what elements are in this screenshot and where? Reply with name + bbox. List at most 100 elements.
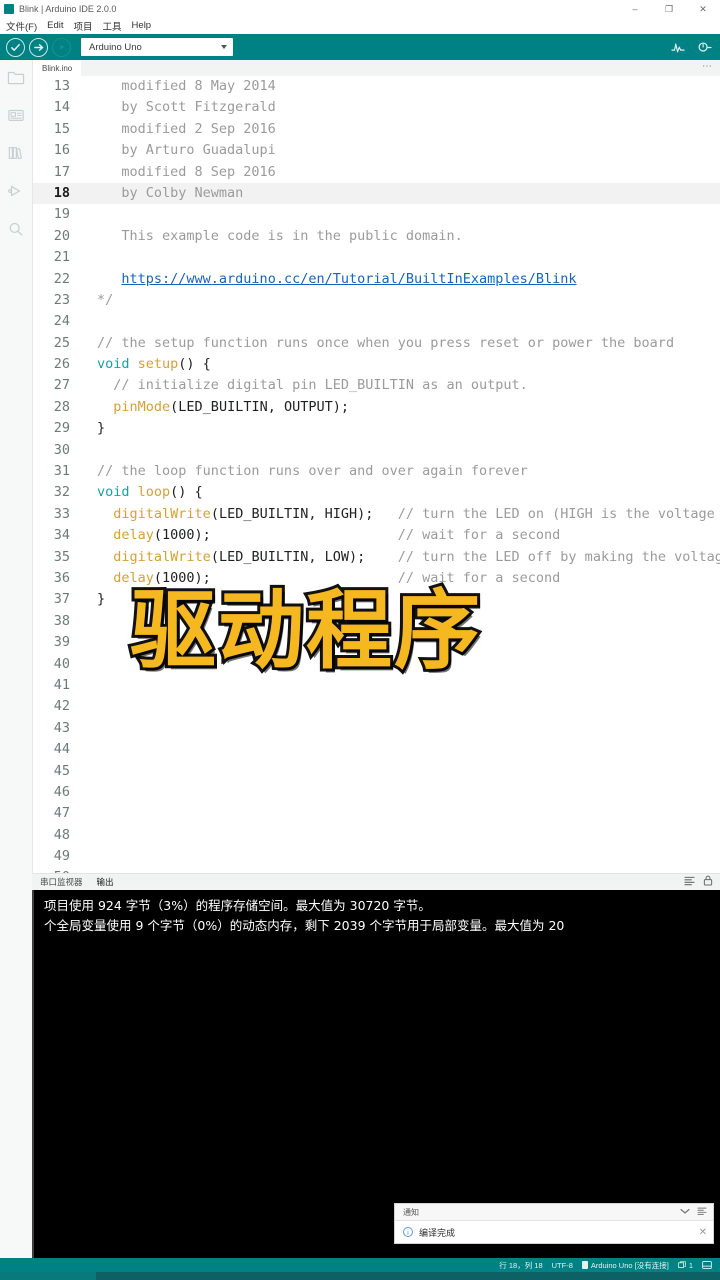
code-line[interactable]: 20 This example code is in the public do… bbox=[33, 226, 720, 247]
close-button[interactable]: ✕ bbox=[686, 0, 720, 18]
code-text: by Colby Newman bbox=[97, 184, 244, 201]
menu-sketch[interactable]: 项目 bbox=[74, 19, 93, 33]
code-line[interactable]: 28 pinMode(LED_BUILTIN, OUTPUT); bbox=[33, 397, 720, 418]
code-line[interactable]: 30 bbox=[33, 440, 720, 461]
board-status[interactable]: Arduino Uno [没有连接] bbox=[581, 1260, 669, 1271]
notification-item[interactable]: i 编译完成 ✕ bbox=[395, 1221, 713, 1243]
code-line[interactable]: 25 // the setup function runs once when y… bbox=[33, 333, 720, 354]
code-text: void loop() { bbox=[97, 484, 203, 501]
code-line[interactable]: 22 https://www.arduino.cc/en/Tutorial/Bu… bbox=[33, 269, 720, 290]
sidebar-item-library-manager[interactable] bbox=[5, 142, 27, 164]
code-text: delay(1000); // wait for a second bbox=[113, 527, 561, 544]
code-line[interactable]: 49 bbox=[33, 846, 720, 867]
notification-message: 编译完成 bbox=[419, 1227, 456, 1238]
code-line[interactable]: 47 bbox=[33, 803, 720, 824]
line-number: 18 bbox=[53, 184, 70, 201]
clear-output-icon[interactable] bbox=[684, 873, 695, 891]
code-line[interactable]: 16 by Arturo Guadalupi bbox=[33, 140, 720, 161]
menu-edit[interactable]: Edit bbox=[47, 20, 63, 31]
line-number: 29 bbox=[53, 420, 70, 437]
sidebar-item-search[interactable] bbox=[5, 218, 27, 240]
code-line[interactable]: 15 modified 2 Sep 2016 bbox=[33, 119, 720, 140]
main-toolbar: Arduino Uno bbox=[0, 34, 720, 60]
code-line[interactable]: 43 bbox=[33, 718, 720, 739]
code-line[interactable]: 21 bbox=[33, 247, 720, 268]
code-line[interactable]: 17 modified 8 Sep 2016 bbox=[33, 162, 720, 183]
code-line[interactable]: 42 bbox=[33, 696, 720, 717]
board-selector-label: Arduino Uno bbox=[89, 41, 142, 53]
debug-button[interactable] bbox=[52, 37, 71, 57]
tab-output[interactable]: 输出 bbox=[97, 876, 114, 888]
sidebar-item-debug[interactable] bbox=[5, 180, 27, 202]
activity-bar bbox=[0, 60, 32, 1280]
info-icon: i bbox=[403, 1227, 413, 1237]
code-line[interactable]: 45 bbox=[33, 761, 720, 782]
line-number: 31 bbox=[53, 463, 70, 480]
editor-overflow-menu-icon[interactable]: ⋯ bbox=[702, 62, 713, 72]
sidebar-item-boards-manager[interactable] bbox=[5, 104, 27, 126]
toggle-panel-icon[interactable] bbox=[702, 1261, 712, 1269]
line-number: 20 bbox=[53, 227, 70, 244]
code-text: modified 8 May 2014 bbox=[97, 78, 276, 94]
code-line[interactable]: 33 digitalWrite(LED_BUILTIN, HIGH); // t… bbox=[33, 504, 720, 525]
upload-button[interactable] bbox=[29, 37, 48, 57]
line-number: 38 bbox=[53, 612, 70, 629]
menu-tools[interactable]: 工具 bbox=[103, 19, 122, 33]
serial-monitor-icon[interactable] bbox=[697, 41, 712, 54]
maximize-button[interactable]: ❐ bbox=[652, 0, 686, 18]
code-line[interactable]: 35 digitalWrite(LED_BUILTIN, LOW); // tu… bbox=[33, 547, 720, 568]
chevron-down-icon[interactable] bbox=[680, 1208, 690, 1217]
code-lines: 13 modified 8 May 2014 14 by Scott Fitzge… bbox=[33, 76, 720, 889]
serial-plotter-icon[interactable] bbox=[671, 41, 685, 54]
clear-notifications-icon[interactable] bbox=[697, 1207, 707, 1218]
code-line[interactable]: 31 // the loop function runs over and ove… bbox=[33, 461, 720, 482]
notification-count[interactable]: 1 bbox=[678, 1261, 693, 1270]
editor-tab-blink[interactable]: Blink.ino bbox=[33, 60, 82, 76]
code-line[interactable]: 14 by Scott Fitzgerald bbox=[33, 97, 720, 118]
line-number: 41 bbox=[53, 676, 70, 693]
sidebar-item-sketchbook[interactable] bbox=[5, 66, 27, 88]
board-status-label: Arduino Uno [没有连接] bbox=[590, 1260, 669, 1270]
encoding-label[interactable]: UTF-8 bbox=[552, 1261, 573, 1270]
arduino-ide-window: Blink | Arduino IDE 2.0.0 – ❐ ✕ 文件(F) Ed… bbox=[0, 0, 720, 1280]
window-controls: – ❐ ✕ bbox=[618, 0, 720, 18]
line-number: 45 bbox=[53, 762, 70, 779]
code-line[interactable]: 34 delay(1000); // wait for a second bbox=[33, 525, 720, 546]
line-number: 27 bbox=[53, 377, 70, 394]
output-panel-tabs: 串口监视器 输出 bbox=[32, 873, 720, 890]
line-number: 47 bbox=[53, 805, 70, 822]
code-text: by Arturo Guadalupi bbox=[97, 142, 276, 159]
code-line[interactable]: 19 bbox=[33, 204, 720, 225]
code-line[interactable]: 44 bbox=[33, 739, 720, 760]
menu-help[interactable]: Help bbox=[132, 20, 152, 31]
menu-file[interactable]: 文件(F) bbox=[6, 19, 37, 33]
minimize-button[interactable]: – bbox=[618, 0, 652, 18]
code-line[interactable]: 26 void setup() { bbox=[33, 354, 720, 375]
tab-serial-monitor[interactable]: 串口监视器 bbox=[40, 876, 83, 888]
code-line[interactable]: 48 bbox=[33, 825, 720, 846]
code-line[interactable]: 32 void loop() { bbox=[33, 482, 720, 503]
cursor-position[interactable]: 行 18，列 18 bbox=[499, 1260, 542, 1271]
code-text: // initialize digital pin LED_BUILTIN as… bbox=[113, 377, 528, 394]
board-selector[interactable]: Arduino Uno bbox=[81, 38, 233, 56]
close-icon[interactable]: ✕ bbox=[699, 1227, 707, 1238]
code-line[interactable]: 13 modified 8 May 2014 bbox=[33, 76, 720, 97]
line-number: 44 bbox=[53, 741, 70, 758]
line-number: 23 bbox=[53, 291, 70, 308]
verify-button[interactable] bbox=[6, 37, 25, 57]
line-number: 39 bbox=[53, 634, 70, 651]
code-line[interactable]: 23 */ bbox=[33, 290, 720, 311]
code-line[interactable]: 46 bbox=[33, 782, 720, 803]
code-line[interactable]: 24 bbox=[33, 311, 720, 332]
code-line[interactable]: 29} bbox=[33, 418, 720, 439]
lock-scroll-icon[interactable] bbox=[703, 873, 713, 891]
notification-count-label: 1 bbox=[688, 1260, 693, 1270]
code-line[interactable]: 27 // initialize digital pin LED_BUILTIN… bbox=[33, 375, 720, 396]
code-text: // the loop function runs over and over … bbox=[97, 463, 528, 480]
code-line[interactable]: 18 by Colby Newman bbox=[33, 182, 720, 205]
